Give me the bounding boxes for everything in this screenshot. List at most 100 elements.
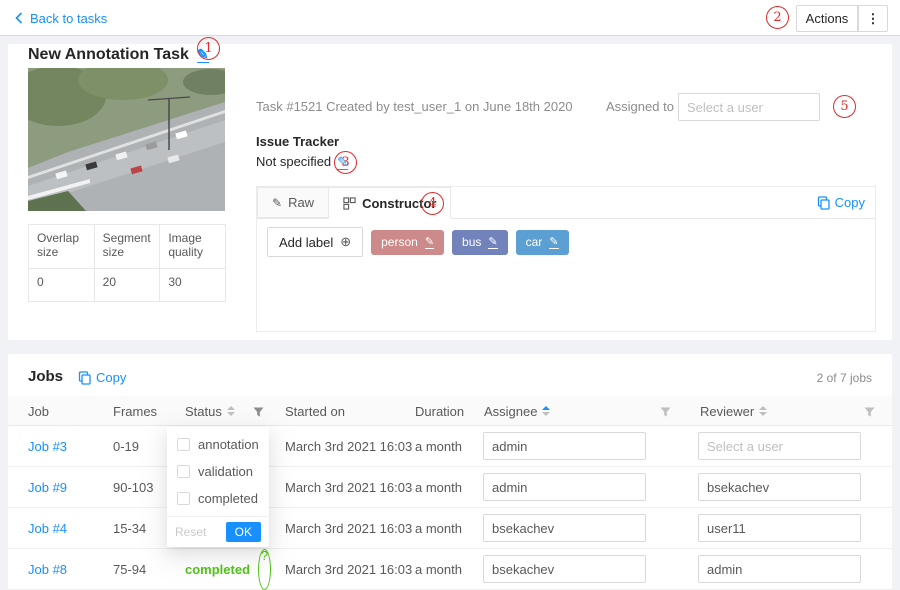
sort-icon-active[interactable] xyxy=(542,406,550,416)
task-meta-text: Task #1521 Created by test_user_1 on Jun… xyxy=(256,93,573,121)
pencil-icon[interactable]: ✎ xyxy=(549,235,558,249)
add-label-button[interactable]: Add label ⊕ xyxy=(267,227,363,257)
cvat-task-page: Back to tasks Actions ⋮ New Annotation T… xyxy=(0,0,900,590)
reviewer-input[interactable] xyxy=(698,432,861,460)
task-title-text: New Annotation Task xyxy=(28,46,189,63)
street-photo-graphic xyxy=(28,68,225,211)
label-constructor-content: Add label ⊕ person ✎ bus ✎ car ✎ xyxy=(257,219,875,265)
filter-reset-button[interactable]: Reset xyxy=(175,525,206,539)
job-link[interactable]: Job #9 xyxy=(28,467,67,508)
assignee-input[interactable] xyxy=(483,473,646,501)
tab-raw-label: Raw xyxy=(288,195,314,210)
pencil-icon[interactable]: ✎ xyxy=(488,235,497,249)
pencil-icon: ✎ xyxy=(272,196,282,210)
actions-more-button[interactable]: ⋮ xyxy=(858,5,888,32)
copy-jobs-label: Copy xyxy=(96,370,126,385)
col-status-label: Status xyxy=(185,404,222,419)
label-chip-bus[interactable]: bus ✎ xyxy=(452,230,508,255)
frames-cell: 90-103 xyxy=(113,467,153,508)
param-header: Overlap size xyxy=(29,225,95,269)
filter-ok-button[interactable]: OK xyxy=(226,522,261,542)
label-editor: ✎ Raw Constructor Copy Add label ⊕ xyxy=(256,186,876,332)
reviewer-input[interactable] xyxy=(698,473,861,501)
question-circle-icon[interactable]: ? xyxy=(258,549,271,590)
copy-jobs-link[interactable]: Copy xyxy=(78,370,126,385)
col-status[interactable]: Status xyxy=(185,396,235,426)
copy-icon xyxy=(817,196,830,210)
filter-option-annotation[interactable]: annotation xyxy=(167,431,269,458)
status-filter-dropdown: annotation validation completed Reset OK xyxy=(167,427,269,547)
actions-button-group: Actions ⋮ xyxy=(796,5,888,32)
duration-cell: a month xyxy=(415,508,462,549)
filter-option-label: annotation xyxy=(198,437,259,452)
filter-option-validation[interactable]: validation xyxy=(167,458,269,485)
jobs-count: 2 of 7 jobs xyxy=(817,371,872,385)
sort-icon[interactable] xyxy=(227,406,235,416)
label-chip-car[interactable]: car ✎ xyxy=(516,230,569,255)
table-row: Job #4 15-34 March 3rd 2021 16:03 a mont… xyxy=(8,508,892,549)
annotation-marker-3: 3 xyxy=(334,151,357,174)
started-cell: March 3rd 2021 16:03 xyxy=(285,549,412,590)
constructor-icon xyxy=(343,197,356,210)
param-header: Segment size xyxy=(95,225,161,269)
jobs-card: Jobs Copy 2 of 7 jobs Job Frames Status … xyxy=(8,354,892,590)
label-chip-person[interactable]: person ✎ xyxy=(371,230,444,255)
assignee-filter-icon[interactable] xyxy=(660,405,671,423)
checkbox[interactable] xyxy=(177,438,190,451)
job-link[interactable]: Job #3 xyxy=(28,426,67,467)
label-chip-name: person xyxy=(381,235,418,249)
add-label-text: Add label xyxy=(279,235,333,250)
param-value: 20 xyxy=(95,269,161,302)
sort-icon[interactable] xyxy=(759,406,767,416)
annotation-marker-1: 1 xyxy=(197,37,220,60)
checkbox[interactable] xyxy=(177,492,190,505)
assignee-input[interactable] xyxy=(483,432,646,460)
assigned-to-label: Assigned to xyxy=(606,93,674,121)
actions-button[interactable]: Actions xyxy=(796,5,858,32)
table-row: Job #9 90-103 March 3rd 2021 16:03 a mon… xyxy=(8,467,892,508)
task-assignee-select[interactable] xyxy=(678,93,820,121)
param-value: 0 xyxy=(29,269,95,302)
job-link[interactable]: Job #4 xyxy=(28,508,67,549)
job-link[interactable]: Job #8 xyxy=(28,549,67,590)
duration-cell: a month xyxy=(415,549,462,590)
filter-footer: Reset OK xyxy=(167,516,269,547)
assignee-input[interactable] xyxy=(483,555,646,583)
status-filter-icon[interactable] xyxy=(253,405,264,423)
jobs-title: Jobs xyxy=(28,368,63,385)
copy-icon xyxy=(78,371,91,385)
col-assignee[interactable]: Assignee xyxy=(484,396,550,426)
col-reviewer[interactable]: Reviewer xyxy=(700,396,767,426)
annotation-marker-2: 2 xyxy=(766,6,789,29)
copy-labels-link[interactable]: Copy xyxy=(817,195,875,210)
checkbox[interactable] xyxy=(177,465,190,478)
top-bar: Back to tasks Actions ⋮ xyxy=(0,0,900,36)
filter-option-label: completed xyxy=(198,491,258,506)
frames-cell: 0-19 xyxy=(113,426,139,467)
reviewer-filter-icon[interactable] xyxy=(864,405,875,423)
plus-circle-icon: ⊕ xyxy=(340,234,351,250)
reviewer-input[interactable] xyxy=(698,514,861,542)
col-duration: Duration xyxy=(415,396,464,426)
task-parameters-table: Overlap size Segment size Image quality … xyxy=(28,224,226,302)
back-to-tasks-link[interactable]: Back to tasks xyxy=(14,0,107,36)
started-cell: March 3rd 2021 16:03 xyxy=(285,426,412,467)
label-chip-name: bus xyxy=(462,235,481,249)
pencil-icon[interactable]: ✎ xyxy=(425,235,434,249)
label-chip-name: car xyxy=(526,235,543,249)
col-started: Started on xyxy=(285,396,345,426)
more-vertical-icon: ⋮ xyxy=(867,11,880,26)
tab-raw[interactable]: ✎ Raw xyxy=(257,187,329,218)
task-details-card: New Annotation Task ✎ xyxy=(8,44,892,340)
assignee-input[interactable] xyxy=(483,514,646,542)
task-preview-image xyxy=(28,68,225,211)
reviewer-input[interactable] xyxy=(698,555,861,583)
table-row: Job #3 0-19 March 3rd 2021 16:03 a month xyxy=(8,426,892,467)
back-label: Back to tasks xyxy=(30,11,107,26)
filter-option-completed[interactable]: completed xyxy=(167,485,269,512)
annotation-marker-4: 4 xyxy=(421,192,444,215)
annotation-marker-5: 5 xyxy=(833,95,856,118)
frames-cell: 15-34 xyxy=(113,508,146,549)
frames-cell: 75-94 xyxy=(113,549,146,590)
back-chevron-icon xyxy=(14,12,23,24)
